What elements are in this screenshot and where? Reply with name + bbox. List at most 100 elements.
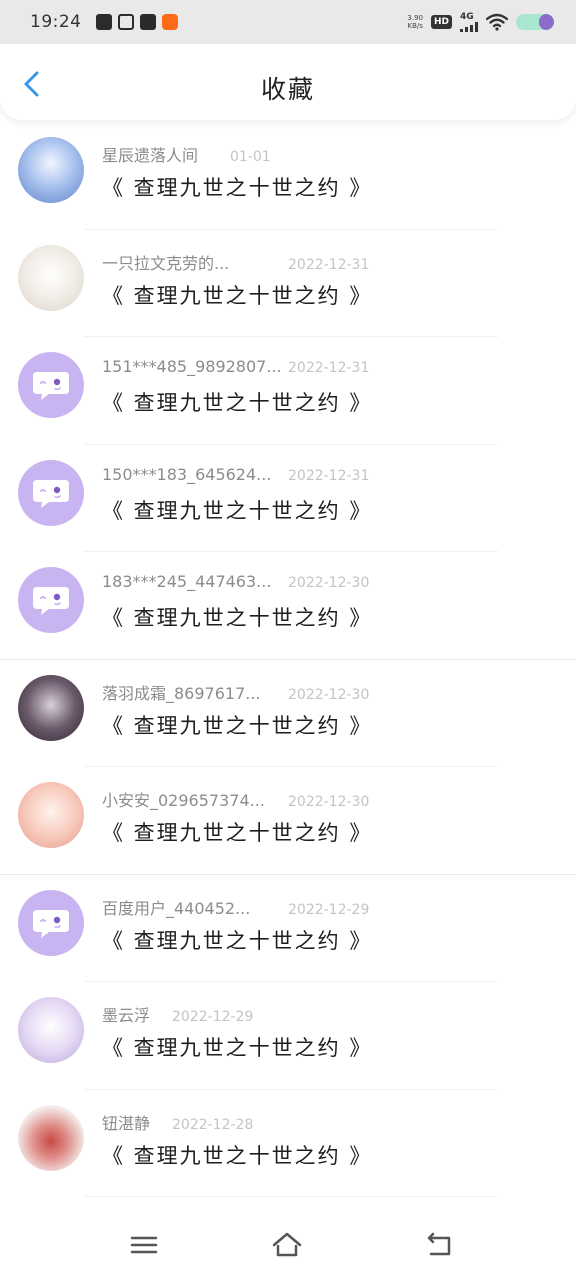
menu-icon — [130, 1236, 158, 1254]
book-title[interactable]: 《 查理九世之十世之约 》 — [102, 1140, 372, 1170]
favorite-date: 2022-12-30 — [288, 794, 370, 810]
battery-level — [538, 14, 554, 30]
book-title[interactable]: 《 查理九世之十世之约 》 — [102, 495, 372, 525]
user-avatar[interactable] — [18, 1104, 84, 1171]
notification-icons — [95, 14, 178, 30]
favorite-date: 2022-12-31 — [288, 256, 370, 273]
book-title[interactable]: 《 查理九世之十世之约 》 — [102, 817, 372, 847]
favorite-item[interactable]: 151***485_9892807... 2022-12-31 《 查理九世之十世之… — [0, 337, 576, 445]
back-icon — [427, 1232, 451, 1256]
chat-bubble-icon — [33, 909, 69, 938]
system-back-button[interactable] — [422, 1230, 456, 1260]
favorite-item[interactable]: 183***245_447463... 2022-12-30 《 查理九世之十世之约… — [0, 552, 576, 660]
default-avatar[interactable] — [18, 567, 84, 633]
username: 151***485_9892807... — [102, 357, 282, 376]
battery-icon — [516, 14, 554, 30]
app-icon — [117, 14, 134, 30]
book-title[interactable]: 《 查理九世之十世之约 》 — [102, 925, 372, 955]
user-avatar[interactable] — [18, 137, 84, 203]
username: 星辰遗落人间 — [102, 146, 199, 165]
status-time: 19:24 — [30, 12, 82, 32]
favorite-text: 落羽成霜_8697617... 2022-12-30 《 查理九世之十世之约 》 — [102, 680, 372, 740]
home-icon — [272, 1232, 302, 1257]
pumpkin-app-icon — [161, 14, 178, 30]
user-avatar[interactable] — [18, 997, 84, 1063]
signal-indicator: 4G — [460, 11, 478, 32]
favorite-date: 2022-12-28 — [172, 1116, 254, 1133]
username: 墨云浮 — [102, 1006, 151, 1025]
favorite-meta: 墨云浮 2022-12-29 — [102, 1002, 372, 1026]
username: 落羽成霜_8697617... — [102, 683, 261, 703]
book-title[interactable]: 《 查理九世之十世之约 》 — [102, 1032, 372, 1062]
favorite-item[interactable]: 落羽成霜_8697617... 2022-12-30 《 查理九世之十世之约 》 — [0, 660, 576, 767]
user-avatar[interactable] — [18, 782, 84, 848]
mail-icon — [95, 14, 112, 30]
favorite-meta: 钮湛静 2022-12-28 — [102, 1110, 372, 1134]
signal-bars-icon — [460, 21, 478, 32]
home-button[interactable] — [270, 1230, 304, 1260]
favorite-item[interactable]: 墨云浮 2022-12-29 《 查理九世之十世之约 》 — [0, 982, 576, 1090]
favorite-date: 2022-12-30 — [288, 686, 370, 703]
favorite-meta: 星辰遗落人间 01-01 — [102, 142, 372, 166]
favorite-meta: 一只拉文克劳的... 2022-12-31 — [102, 250, 372, 274]
favorite-meta: 183***245_447463... 2022-12-30 — [102, 572, 372, 596]
favorite-item[interactable]: 150***183_645624... 2022-12-31 《 查理九世之十世之约… — [0, 445, 576, 552]
chat-bubble-icon — [33, 587, 69, 615]
favorite-text: 墨云浮 2022-12-29 《 查理九世之十世之约 》 — [102, 1002, 372, 1062]
divider — [84, 1196, 498, 1197]
user-avatar[interactable] — [18, 674, 84, 741]
wifi-icon — [486, 13, 508, 31]
user-avatar[interactable] — [18, 244, 84, 311]
book-title[interactable]: 《 查理九世之十世之约 》 — [102, 387, 372, 417]
navigation-bar — [0, 1216, 576, 1280]
page-title: 收藏 — [260, 75, 315, 104]
favorite-text: 百度用户_440452... 2022-12-29 《 查理九世之十世之约 》 — [102, 895, 372, 955]
hd-badge: HD — [430, 15, 452, 29]
favorite-item[interactable]: 小安安_029657374... 2022-12-30 《 查理九世之十世之约 》 — [0, 767, 576, 875]
favorite-date: 2022-12-30 — [288, 575, 370, 591]
favorite-date: 01-01 — [230, 149, 271, 165]
book-title[interactable]: 《 查理九世之十世之约 》 — [102, 602, 372, 632]
menu-button[interactable] — [127, 1230, 161, 1260]
network-speed-unit: KB/s — [407, 22, 423, 30]
chat-bubble-icon — [33, 479, 69, 508]
network-speed: 3.90 KB/s — [407, 14, 423, 30]
username: 183***245_447463... — [102, 572, 272, 591]
book-title[interactable]: 《 查理九世之十世之约 》 — [102, 172, 372, 202]
default-avatar[interactable] — [18, 459, 84, 526]
favorite-text: 小安安_029657374... 2022-12-30 《 查理九世之十世之约 》 — [102, 787, 372, 847]
favorite-meta: 151***485_9892807... 2022-12-31 — [102, 357, 372, 381]
favorite-item[interactable]: 百度用户_440452... 2022-12-29 《 查理九世之十世之约 》 — [0, 875, 576, 982]
username: 钮湛静 — [102, 1113, 151, 1133]
chat-bubble-icon — [33, 372, 69, 400]
favorite-date: 2022-12-29 — [288, 901, 370, 918]
book-icon — [139, 14, 156, 30]
book-title[interactable]: 《 查理九世之十世之约 》 — [102, 280, 372, 310]
favorite-item[interactable]: 钮湛静 2022-12-28 《 查理九世之十世之约 》 — [0, 1090, 576, 1197]
default-avatar[interactable] — [18, 889, 84, 956]
username: 一只拉文克劳的... — [102, 253, 230, 273]
default-avatar[interactable] — [18, 352, 84, 418]
favorite-text: 150***183_645624... 2022-12-31 《 查理九世之十世之约… — [102, 465, 372, 525]
favorite-item[interactable]: 一只拉文克劳的... 2022-12-31 《 查理九世之十世之约 》 — [0, 230, 576, 337]
signal-label: 4G — [460, 11, 474, 22]
favorite-meta: 百度用户_440452... 2022-12-29 — [102, 895, 372, 919]
favorites-list: 星辰遗落人间 01-01 《 查理九世之十世之约 》一只拉文克劳的... 2022-1… — [0, 122, 576, 1197]
favorite-meta: 150***183_645624... 2022-12-31 — [102, 465, 372, 489]
favorite-text: 183***245_447463... 2022-12-30 《 查理九世之十世之约… — [102, 572, 372, 632]
favorite-text: 星辰遗落人间 01-01 《 查理九世之十世之约 》 — [102, 142, 372, 202]
favorite-date: 2022-12-31 — [288, 467, 370, 484]
favorite-date: 2022-12-29 — [172, 1009, 254, 1025]
favorite-text: 钮湛静 2022-12-28 《 查理九世之十世之约 》 — [102, 1110, 372, 1170]
favorite-item[interactable]: 星辰遗落人间 01-01 《 查理九世之十世之约 》 — [0, 122, 576, 230]
network-speed-value: 3.90 — [407, 14, 423, 22]
favorite-meta: 小安安_029657374... 2022-12-30 — [102, 787, 372, 811]
favorite-date: 2022-12-31 — [288, 360, 370, 376]
app-header: 收藏 — [0, 44, 576, 120]
book-title[interactable]: 《 查理九世之十世之约 》 — [102, 710, 372, 740]
username: 百度用户_440452... — [102, 898, 251, 918]
username: 小安安_029657374... — [102, 791, 265, 810]
favorite-text: 一只拉文克劳的... 2022-12-31 《 查理九世之十世之约 》 — [102, 250, 372, 310]
favorite-text: 151***485_9892807... 2022-12-31 《 查理九世之十世之… — [102, 357, 372, 417]
username: 150***183_645624... — [102, 464, 272, 484]
